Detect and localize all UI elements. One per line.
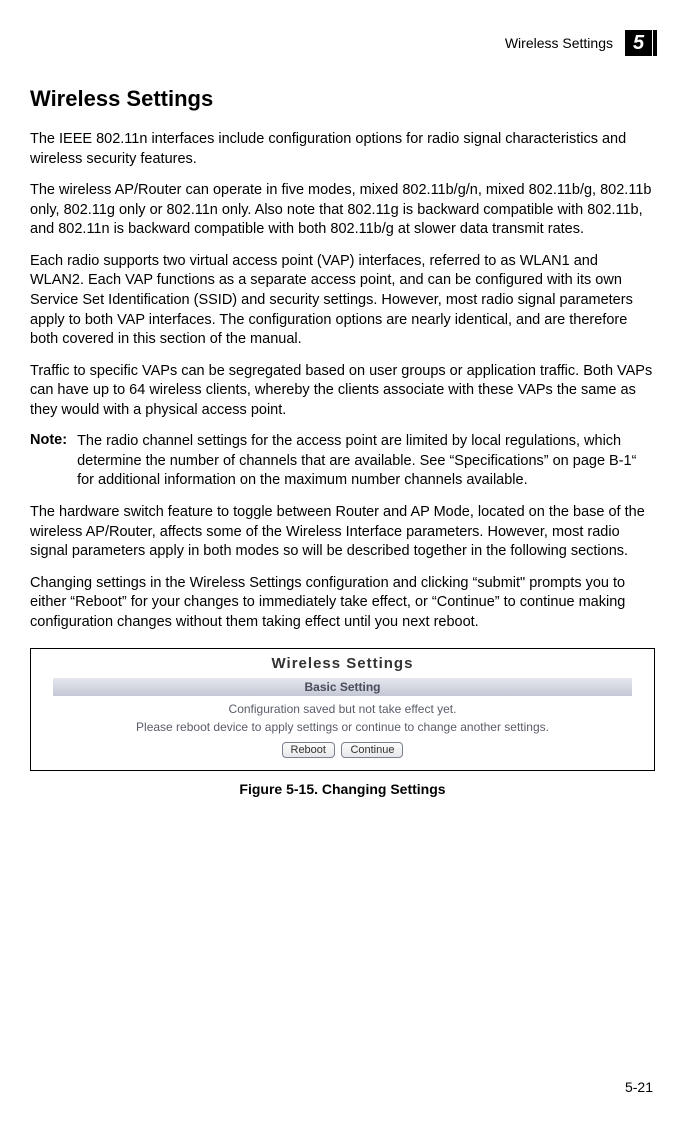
header-section-label: Wireless Settings bbox=[505, 35, 613, 51]
body-paragraph: Each radio supports two virtual access p… bbox=[30, 252, 655, 350]
body-paragraph: Changing settings in the Wireless Settin… bbox=[30, 574, 655, 633]
body-paragraph: The hardware switch feature to toggle be… bbox=[30, 503, 655, 562]
page-title: Wireless Settings bbox=[30, 86, 655, 112]
figure-caption: Figure 5-15. Changing Settings bbox=[30, 781, 655, 797]
note-body: The radio channel settings for the acces… bbox=[77, 432, 655, 491]
figure-button-row: Reboot Continue bbox=[41, 740, 644, 758]
continue-button[interactable]: Continue bbox=[341, 742, 403, 758]
figure-section-header: Basic Setting bbox=[53, 678, 632, 696]
body-paragraph: The wireless AP/Router can operate in fi… bbox=[30, 181, 655, 240]
chapter-number-badge: 5 bbox=[625, 30, 655, 56]
figure-instruction-message: Please reboot device to apply settings o… bbox=[41, 720, 644, 734]
body-paragraph: Traffic to specific VAPs can be segregat… bbox=[30, 362, 655, 421]
note-block: Note: The radio channel settings for the… bbox=[30, 432, 655, 491]
figure-screenshot: Wireless Settings Basic Setting Configur… bbox=[30, 648, 655, 771]
figure-status-message: Configuration saved but not take effect … bbox=[41, 702, 644, 716]
reboot-button[interactable]: Reboot bbox=[282, 742, 335, 758]
page-header: Wireless Settings 5 bbox=[30, 30, 655, 56]
figure-panel-title: Wireless Settings bbox=[41, 655, 644, 672]
page-number: 5-21 bbox=[625, 1079, 653, 1095]
body-paragraph: The IEEE 802.11n interfaces include conf… bbox=[30, 130, 655, 169]
note-label: Note: bbox=[30, 432, 67, 491]
